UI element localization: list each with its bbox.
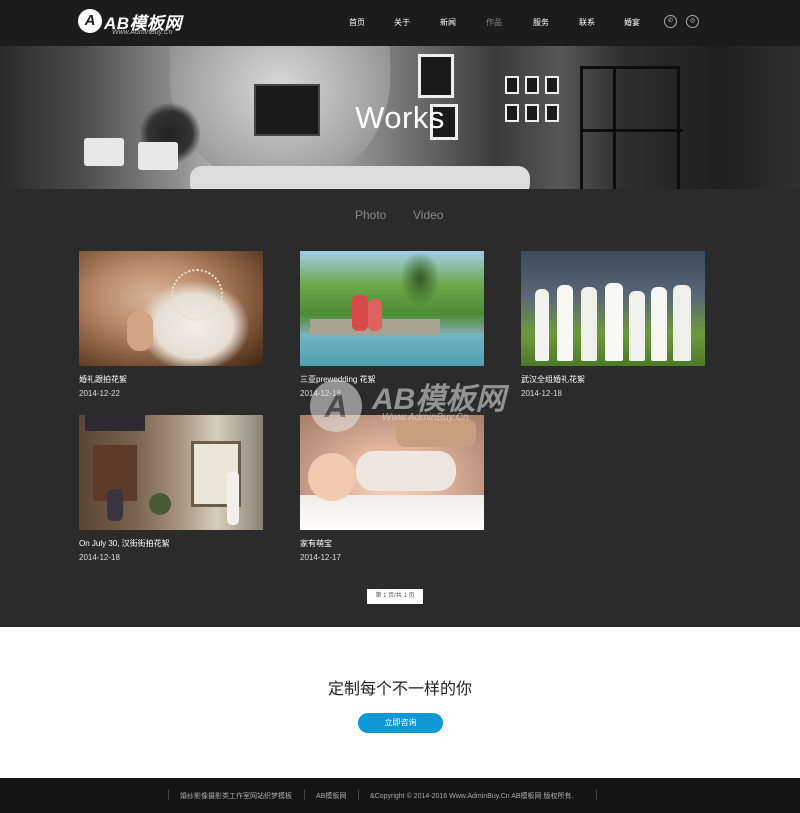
work-thumbnail[interactable] bbox=[300, 251, 484, 366]
work-title[interactable]: 三亚prewedding 花絮 bbox=[300, 374, 376, 385]
banner-frame bbox=[418, 54, 454, 98]
work-title[interactable]: 武汉全组婚礼花絮 bbox=[521, 374, 585, 385]
thumb-detail bbox=[396, 419, 476, 447]
nav-item-news[interactable]: 新闻 bbox=[440, 17, 456, 28]
thumb-detail bbox=[673, 285, 691, 361]
nav-item-services[interactable]: 服务 bbox=[533, 17, 549, 28]
banner-frame bbox=[505, 76, 519, 94]
logo-subtitle: Www.AdminBuy.Cn bbox=[112, 29, 173, 36]
banner-frame bbox=[525, 76, 539, 94]
pagination[interactable]: 第 1 页/共 1 页 bbox=[367, 589, 423, 604]
work-thumbnail[interactable] bbox=[79, 251, 263, 366]
site-logo[interactable]: A AB模板网 Www.AdminBuy.Cn bbox=[78, 8, 188, 40]
page-banner: Works bbox=[0, 46, 800, 189]
banner-frame bbox=[545, 76, 559, 94]
thumb-detail bbox=[308, 453, 356, 501]
work-title[interactable]: 家有萌宝 bbox=[300, 538, 332, 549]
phone-icon[interactable]: ✆ bbox=[664, 15, 677, 28]
nav-item-home[interactable]: 首页 bbox=[349, 17, 365, 28]
work-date: 2014-12-18 bbox=[300, 389, 341, 398]
thumb-detail bbox=[535, 289, 549, 361]
wechat-icon[interactable]: ◎ bbox=[686, 15, 699, 28]
work-title[interactable]: 婚礼跟拍花絮 bbox=[79, 374, 127, 385]
thumb-detail bbox=[227, 471, 239, 525]
footer-link[interactable]: AB模板网 bbox=[316, 791, 346, 801]
footer-divider bbox=[596, 790, 597, 800]
thumb-detail bbox=[171, 269, 223, 321]
work-thumbnail[interactable] bbox=[300, 415, 484, 530]
tab-video[interactable]: Video bbox=[413, 208, 443, 222]
footer-copyright: &Copyright © 2014-2016 Www.AdminBuy.Cn A… bbox=[370, 793, 574, 800]
work-date: 2014-12-17 bbox=[300, 553, 341, 562]
banner-chair bbox=[138, 142, 178, 170]
banner-sofa bbox=[190, 166, 530, 189]
watermark-text: AB模板网 bbox=[372, 383, 506, 416]
thumb-detail bbox=[356, 451, 456, 491]
footer-divider bbox=[168, 790, 169, 800]
thumb-detail bbox=[557, 285, 573, 361]
site-header: A AB模板网 Www.AdminBuy.Cn 首页 关于 新闻 作品 服务 联… bbox=[0, 0, 800, 46]
work-thumbnail[interactable] bbox=[79, 415, 263, 530]
footer-site-description: 婚纱影像摄影类工作室网站织梦模板 bbox=[180, 793, 292, 800]
work-date: 2014-12-18 bbox=[521, 389, 562, 398]
thumb-detail bbox=[352, 295, 368, 331]
cta-title: 定制每个不一样的你 bbox=[327, 681, 472, 698]
thumb-detail bbox=[85, 415, 145, 431]
thumb-detail bbox=[107, 489, 123, 521]
thumb-detail bbox=[605, 283, 623, 361]
thumb-detail bbox=[368, 299, 382, 331]
work-date: 2014-12-18 bbox=[79, 553, 120, 562]
footer-divider bbox=[358, 790, 359, 800]
thumb-detail bbox=[149, 493, 171, 515]
nav-item-works[interactable]: 作品 bbox=[486, 17, 502, 28]
nav-item-banquet[interactable]: 婚宴 bbox=[624, 17, 640, 28]
consult-button[interactable]: 立即咨询 bbox=[358, 713, 443, 733]
thumb-detail bbox=[581, 287, 597, 361]
cta-section: 定制每个不一样的你 立即咨询 bbox=[0, 627, 800, 778]
work-thumbnail[interactable] bbox=[521, 251, 705, 366]
thumb-detail bbox=[651, 287, 667, 361]
thumb-detail bbox=[127, 311, 153, 351]
footer-divider bbox=[304, 790, 305, 800]
nav-item-contact[interactable]: 联系 bbox=[579, 17, 595, 28]
thumb-detail bbox=[300, 333, 484, 366]
banner-chair bbox=[84, 138, 124, 166]
thumb-detail bbox=[629, 291, 645, 361]
site-footer: 婚纱影像摄影类工作室网站织梦模板 AB模板网 &Copyright © 2014… bbox=[0, 778, 800, 813]
thumb-detail bbox=[400, 251, 440, 306]
page-title: Works bbox=[355, 100, 445, 135]
nav-item-about[interactable]: 关于 bbox=[394, 17, 410, 28]
tab-photo[interactable]: Photo bbox=[355, 208, 386, 222]
logo-mark: A bbox=[78, 9, 102, 33]
work-title[interactable]: On July 30, 汉街街拍花絮 bbox=[79, 538, 170, 549]
work-date: 2014-12-22 bbox=[79, 389, 120, 398]
